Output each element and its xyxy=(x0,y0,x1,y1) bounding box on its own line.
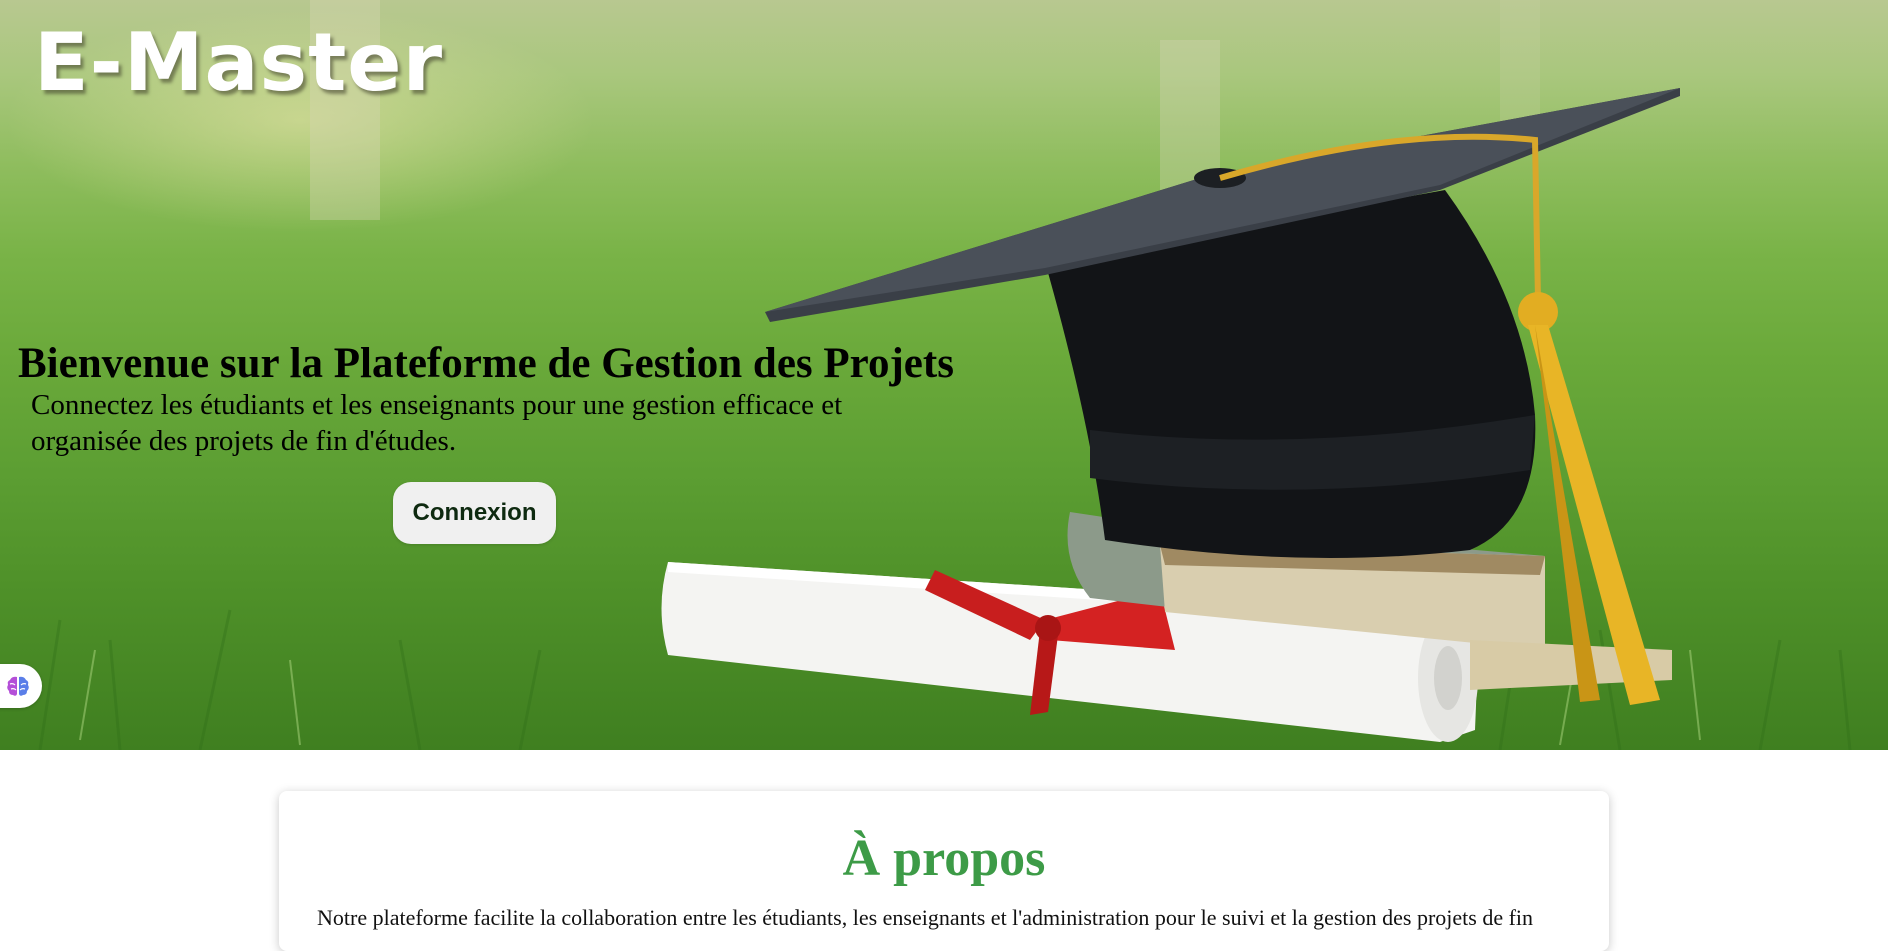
about-text: Notre plateforme facilite la collaborati… xyxy=(317,905,1534,930)
about-section: À propos Notre plateforme facilite la co… xyxy=(279,791,1609,951)
login-button[interactable]: Connexion xyxy=(393,482,556,544)
about-title: À propos xyxy=(842,830,1046,887)
hero-section: E-Master Bienvenue sur la Plateforme de … xyxy=(0,0,1888,750)
assistant-widget-button[interactable] xyxy=(0,664,42,708)
hero-subtitle: Connectez les étudiants et les enseignan… xyxy=(31,389,843,457)
brand-logo[interactable]: E-Master xyxy=(34,18,443,108)
hero-title: Bienvenue sur la Plateforme de Gestion d… xyxy=(18,340,954,387)
brain-icon xyxy=(7,676,29,696)
